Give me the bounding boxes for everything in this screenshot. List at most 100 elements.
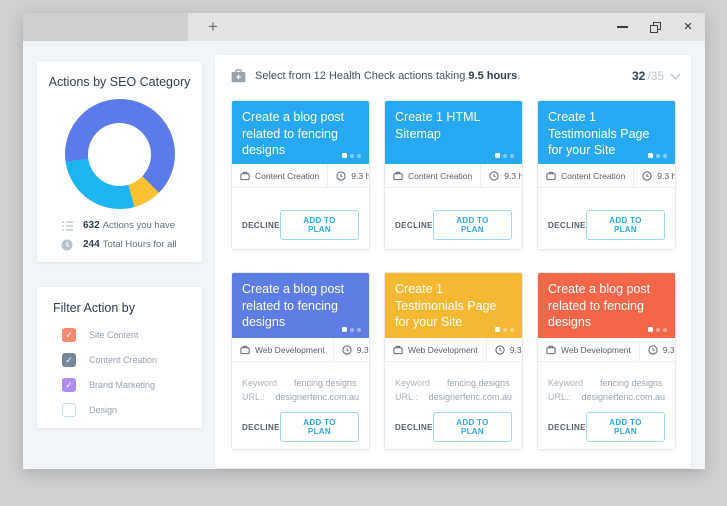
filter-row-design: Design	[37, 402, 202, 417]
card-header[interactable]: Create 1 Testimonials Page for your Site	[538, 101, 675, 164]
browser-window: + × Actions by SEO Category	[23, 13, 705, 469]
url-value: designerfenc.com.au	[428, 390, 512, 404]
clock-icon	[648, 345, 658, 355]
selection-counter[interactable]: 32 /35	[632, 69, 679, 83]
keyword-label: Keyword	[548, 376, 600, 390]
action-card: Create a blog post related to fencing de…	[231, 100, 370, 250]
checkbox-content-creation[interactable]: ✓	[62, 353, 76, 367]
action-card: Create 1 Testimonials Page for your Site…	[384, 272, 523, 450]
carousel-dots-icon[interactable]	[495, 327, 514, 332]
url-value: designerfenc.com.au	[581, 390, 665, 404]
keyword-value: fencing designs	[447, 376, 510, 390]
decline-button[interactable]: DECLINE	[395, 423, 433, 432]
url-value: designerfenc.com.au	[275, 390, 359, 404]
stat-hours-value: 244	[83, 239, 100, 250]
card-meta: Web Development 9.3 hours	[232, 338, 369, 362]
actions-header: Select from 12 Health Check actions taki…	[231, 67, 679, 85]
add-to-plan-button[interactable]: ADD TO PLAN	[280, 412, 359, 442]
category-cell: Content Creation	[232, 164, 328, 187]
category-cell: Content Creation	[385, 164, 481, 187]
clock-icon	[489, 171, 499, 181]
checkbox-site-content[interactable]: ✓	[62, 328, 76, 342]
card-header[interactable]: Create 1 HTML Sitemap	[385, 101, 522, 164]
add-to-plan-button[interactable]: ADD TO PLAN	[433, 210, 512, 240]
card-meta: Content Creation 9.3 hours	[232, 164, 369, 188]
carousel-dots-icon[interactable]	[648, 327, 667, 332]
url-label: URL.:	[395, 390, 428, 404]
decline-button[interactable]: DECLINE	[242, 221, 280, 230]
checkbox-design[interactable]	[62, 403, 76, 417]
chart-panel-title: Actions by SEO Category	[37, 75, 202, 89]
decline-button[interactable]: DECLINE	[395, 221, 433, 230]
carousel-dots-icon[interactable]	[342, 327, 361, 332]
decline-button[interactable]: DECLINE	[548, 423, 586, 432]
checkbox-brand-marketing[interactable]: ✓	[62, 378, 76, 392]
card-details: Keywordfencing designs URL.:designerfenc…	[232, 362, 369, 404]
filter-row-site-content: ✓ Site Content	[37, 327, 202, 342]
decline-button[interactable]: DECLINE	[242, 423, 280, 432]
filter-rows: ✓ Site Content ✓ Content Creation ✓	[37, 327, 202, 417]
add-to-plan-button[interactable]: ADD TO PLAN	[586, 412, 665, 442]
add-to-plan-button[interactable]: ADD TO PLAN	[586, 210, 665, 240]
restore-icon	[650, 22, 661, 33]
browser-tab[interactable]	[23, 13, 188, 41]
keyword-label: Keyword	[395, 376, 447, 390]
chevron-down-icon	[671, 69, 681, 79]
category-cell: Content Creation	[538, 164, 634, 187]
minimize-icon	[617, 26, 628, 28]
decline-button[interactable]: DECLINE	[548, 221, 586, 230]
briefcase-icon	[546, 171, 556, 181]
card-title: Create a blog post related to fencing de…	[242, 281, 359, 331]
card-header[interactable]: Create a blog post related to fencing de…	[232, 101, 369, 164]
briefcase-icon	[393, 171, 403, 181]
keyword-value: fencing designs	[294, 376, 357, 390]
card-footer: DECLINE ADD TO PLAN	[538, 404, 675, 450]
app-body: Actions by SEO Category 632 Actions you …	[23, 41, 705, 469]
category-cell: Web Development	[385, 338, 487, 361]
add-to-plan-button[interactable]: ADD TO PLAN	[433, 412, 512, 442]
clock-icon	[336, 171, 346, 181]
actions-panel: Select from 12 Health Check actions taki…	[215, 55, 691, 468]
clock-icon	[495, 345, 505, 355]
filter-panel-title: Filter Action by	[53, 301, 202, 315]
briefcase-icon	[240, 171, 250, 181]
card-header[interactable]: Create a blog post related to fencing de…	[232, 273, 369, 338]
filter-label: Brand Marketing	[89, 380, 155, 390]
desktop: + × Actions by SEO Category	[0, 0, 727, 506]
minimize-button[interactable]	[615, 20, 629, 34]
carousel-dots-icon[interactable]	[342, 153, 361, 158]
clock-icon	[61, 239, 74, 251]
filter-label: Design	[89, 405, 117, 415]
category-cell: Web Development	[232, 338, 334, 361]
window-controls: ×	[615, 13, 695, 41]
stat-hours-label: Total Hours for all	[103, 239, 177, 250]
close-button[interactable]: ×	[681, 20, 695, 34]
hours-cell: 9.3 hours	[481, 164, 523, 187]
card-header[interactable]: Create a blog post related to fencing de…	[538, 273, 675, 338]
category-cell: Web Development	[538, 338, 640, 361]
hours-cell: 9.3 hours	[634, 164, 676, 187]
hours-cell: 9.3 hours	[328, 164, 370, 187]
add-to-plan-button[interactable]: ADD TO PLAN	[280, 210, 359, 240]
url-label: URL.:	[242, 390, 275, 404]
hours-cell: 9.3 hours	[640, 338, 676, 361]
card-meta: Web Development 9.3 hours	[385, 338, 522, 362]
card-header[interactable]: Create 1 Testimonials Page for your Site	[385, 273, 522, 338]
filter-row-brand-marketing: ✓ Brand Marketing	[37, 377, 202, 392]
list-icon	[61, 220, 74, 232]
hours-cell: 9.3 hours	[334, 338, 370, 361]
stat-actions-label: Actions you have	[103, 220, 175, 231]
carousel-dots-icon[interactable]	[648, 153, 667, 158]
donut-hole	[88, 123, 151, 186]
new-tab-button[interactable]: +	[201, 13, 225, 41]
card-meta: Content Creation 9.3 hours	[385, 164, 522, 188]
keyword-value: fencing designs	[600, 376, 663, 390]
carousel-dots-icon[interactable]	[495, 153, 514, 158]
card-footer: DECLINE ADD TO PLAN	[385, 404, 522, 450]
card-footer: DECLINE ADD TO PLAN	[538, 202, 675, 249]
url-label: URL.:	[548, 390, 581, 404]
action-card: Create a blog post related to fencing de…	[537, 272, 676, 450]
filter-label: Content Creation	[89, 355, 157, 365]
check-icon: ✓	[65, 329, 73, 341]
restore-button[interactable]	[648, 20, 662, 34]
